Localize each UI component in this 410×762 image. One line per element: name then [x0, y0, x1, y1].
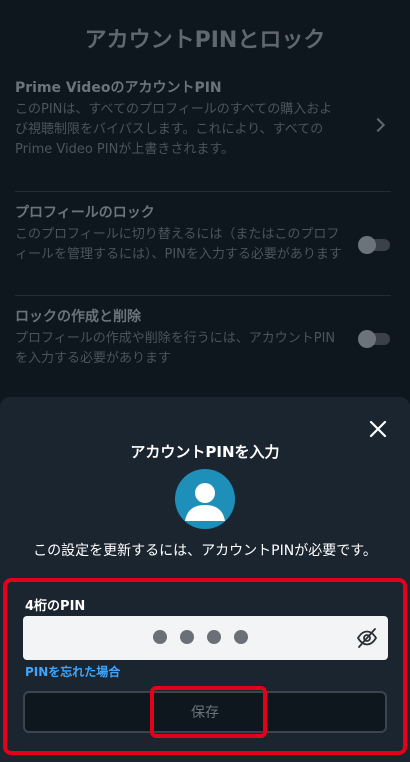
close-icon[interactable]: [368, 419, 388, 439]
toggle-knob: [358, 236, 376, 254]
divider: [15, 295, 391, 296]
pin-entry-sheet: アカウントPINを入力 この設定を更新するには、アカウントPINが必要です。 4…: [0, 397, 410, 762]
sheet-message: この設定を更新するには、アカウントPINが必要です。: [33, 543, 377, 559]
sheet-title: アカウントPINを入力: [130, 443, 280, 461]
setting-profile-lock: プロフィールのロック このプロフィールに切り替えるには（またはこのプロフィールを…: [15, 203, 395, 265]
pin-label: 4桁のPIN: [25, 599, 86, 614]
pin-dot: [234, 630, 248, 644]
profile-lock-toggle[interactable]: [358, 236, 390, 254]
pin-dot: [180, 630, 194, 644]
setting-title: ロックの作成と削除: [15, 309, 141, 325]
save-button[interactable]: 保存: [23, 691, 387, 733]
create-delete-lock-toggle[interactable]: [358, 330, 390, 348]
setting-description: このPINは、すべてのプロフィールのすべての購入および視聴制限をバイパスします。…: [15, 102, 333, 157]
toggle-knob: [358, 330, 376, 348]
setting-create-delete-lock: ロックの作成と削除 プロフィールの作成や削除を行うには、アカウントPINを入力す…: [15, 307, 395, 369]
pin-dots: [153, 630, 248, 644]
pin-input[interactable]: [23, 616, 388, 660]
setting-title: Prime VideoのアカウントPIN: [15, 80, 222, 96]
setting-title: プロフィールのロック: [15, 205, 155, 221]
forgot-pin-link[interactable]: PINを忘れた場合: [25, 663, 120, 680]
pin-dot: [153, 630, 167, 644]
page-title: アカウントPINとロック: [84, 28, 326, 53]
divider: [15, 191, 391, 192]
pin-dot: [207, 630, 221, 644]
setting-account-pin[interactable]: Prime VideoのアカウントPIN このPINは、すべてのプロフィールのす…: [15, 78, 395, 160]
setting-description: プロフィールの作成や削除を行うには、アカウントPINを入力する必要があります: [15, 331, 336, 366]
setting-description: このプロフィールに切り替えるには（またはこのプロフィールを管理するには）、PIN…: [15, 227, 342, 262]
eye-off-icon[interactable]: [356, 627, 378, 649]
avatar-icon: [175, 469, 235, 529]
